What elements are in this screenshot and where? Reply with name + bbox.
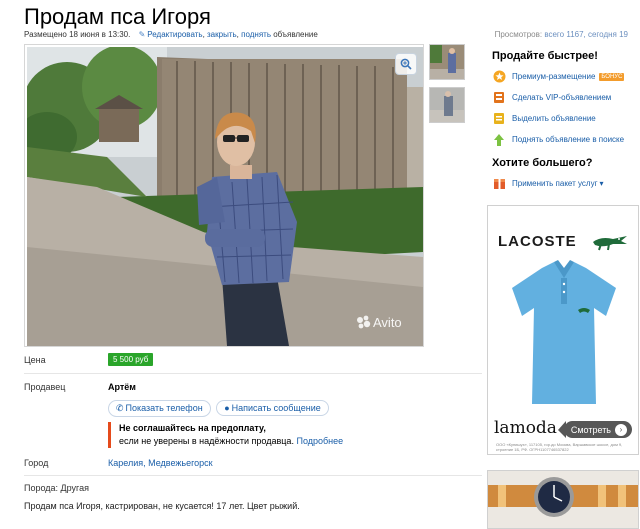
main-photo[interactable]: Avito [27, 47, 423, 346]
raise-suffix: объявление [273, 30, 318, 39]
posted-date: Размещено 18 июня в 13:30. [24, 30, 131, 39]
ad-brand: LACOSTE [498, 233, 577, 250]
breed-text: Порода: Другая [24, 483, 90, 493]
thumbnail-strip [429, 44, 469, 130]
magnifier-icon [400, 58, 412, 70]
divider [24, 475, 482, 476]
price-label: Цена [24, 355, 46, 365]
watch-image [488, 471, 638, 528]
seller-label: Продавец [24, 382, 66, 392]
package-item[interactable]: Применить пакет услуг ▾ [492, 173, 638, 194]
divider [24, 373, 482, 374]
warning-more-link[interactable]: Подробнее [296, 436, 343, 446]
package-icon [492, 177, 506, 191]
chevron-right-icon: › [615, 423, 627, 436]
up-arrow-icon [492, 133, 506, 147]
show-phone-button[interactable]: ✆ Показать телефон [108, 400, 211, 417]
views-counter: Просмотров: всего 1167, сегодня 19 [495, 30, 628, 39]
phone-icon: ✆ [116, 403, 124, 413]
edit-link[interactable]: Редактировать [147, 30, 202, 39]
shop-logo: lamoda [494, 418, 557, 438]
main-photo-frame[interactable]: Avito [24, 44, 424, 347]
write-message-button[interactable]: ● Написать сообщение [216, 400, 329, 416]
warning-text: если не уверены в надёжности продавца. [119, 436, 294, 446]
highlight-icon [492, 112, 506, 126]
description-text: Продам пса Игоря, кастрирован, не кусает… [24, 501, 300, 511]
city-link[interactable]: Карелия, Медвежьегорск [108, 458, 213, 468]
ad-view-button[interactable]: Смотреть › [558, 421, 632, 438]
prepayment-warning: Не соглашайтесь на предоплату, если не у… [108, 422, 343, 448]
crocodile-logo-icon [593, 236, 627, 251]
premium-item[interactable]: Премиум-размещение БОНУС [492, 66, 638, 87]
zoom-button[interactable] [395, 53, 417, 75]
page-title: Продам пса Игоря [24, 4, 211, 29]
ad-legal-text: ООО «Купишуз», 117105, гор.до Москва, Ва… [496, 442, 623, 452]
vip-icon [492, 91, 506, 105]
svg-text:Avito: Avito [373, 315, 402, 330]
watch-ad-banner[interactable] [487, 470, 639, 529]
pencil-icon: ✎ [138, 30, 146, 39]
ad-meta: Размещено 18 июня в 13:30. ✎ Редактироват… [24, 30, 318, 39]
chat-bubble-icon: ● [224, 403, 230, 413]
price-badge: 5 500 руб [108, 353, 154, 366]
close-link[interactable]: закрыть [207, 30, 237, 39]
city-label: Город [24, 458, 49, 468]
sell-faster-title: Продайте быстрее! [492, 50, 598, 62]
arrow-icon [558, 421, 566, 438]
seller-name[interactable]: Артём [108, 382, 136, 392]
vip-item[interactable]: Сделать VIP-объявлением [492, 87, 638, 108]
views-link[interactable]: всего 1167, сегодня 19 [544, 30, 628, 39]
views-label: Просмотров: [494, 30, 543, 39]
highlight-item[interactable]: Выделить объявление [492, 108, 638, 129]
avito-watermark: Avito [355, 313, 415, 336]
lacoste-ad-banner[interactable]: LACOSTE lamoda Смотреть › ООО «Купишуз»,… [487, 205, 639, 455]
sell-faster-panel: Продайте быстрее! Премиум-размещение БОН… [492, 50, 638, 194]
raise-link[interactable]: поднять [241, 30, 271, 39]
thumbnail[interactable] [429, 44, 465, 80]
chevron-down-icon[interactable]: ▾ [600, 179, 604, 188]
star-icon [492, 70, 506, 84]
polo-shirt-image [512, 260, 616, 404]
bonus-badge: БОНУС [599, 72, 625, 81]
want-more-title: Хотите большего? [492, 157, 593, 169]
raise-search-item[interactable]: Поднять объявление в поиске [492, 129, 638, 150]
warning-title: Не соглашайтесь на предоплату, [119, 423, 266, 433]
thumbnail[interactable] [429, 87, 465, 123]
